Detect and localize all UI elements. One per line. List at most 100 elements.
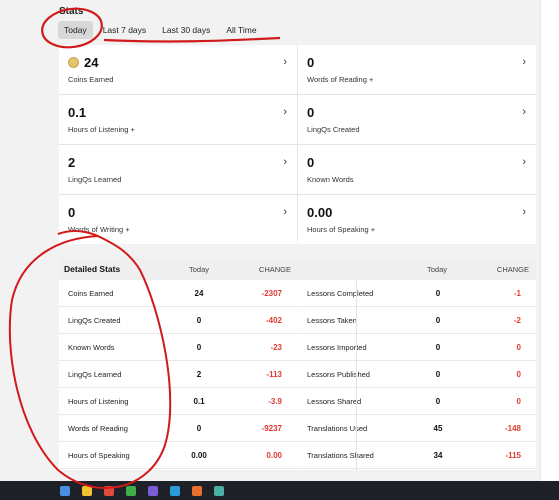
stat-cards-grid: 24 Coins Earned › 0 Words of Reading + ›… xyxy=(59,45,536,244)
detailed-stat-today: 0 xyxy=(196,342,202,352)
chevron-right-icon: › xyxy=(283,56,287,68)
detailed-stat-row: LingQs Created 0 -402 xyxy=(59,307,297,334)
column-divider xyxy=(356,280,357,470)
tab-today[interactable]: Today xyxy=(58,21,93,39)
period-tabs: Today Last 7 days Last 30 days All Time xyxy=(58,20,267,40)
stat-value: 24 xyxy=(84,54,99,70)
detailed-stat-change: -2 xyxy=(513,315,521,325)
detailed-stat-row: Lessons Taken 0 -2 xyxy=(298,307,536,334)
detailed-stats-panel: Detailed Stats Today CHANGE Today CHANGE… xyxy=(59,258,536,470)
detailed-stat-change: -115 xyxy=(505,450,521,460)
stat-label: Coins Earned xyxy=(68,75,114,84)
chevron-right-icon: › xyxy=(522,156,526,168)
detailed-stats-header: Detailed Stats Today CHANGE Today CHANGE xyxy=(59,258,536,280)
chevron-right-icon: › xyxy=(522,106,526,118)
detailed-stat-today: 0 xyxy=(435,369,441,379)
stat-card-words-of-writing[interactable]: 0 Words of Writing + › xyxy=(59,195,297,244)
detailed-stat-name: LingQs Learned xyxy=(68,369,122,379)
stat-card-known-words[interactable]: 0 Known Words › xyxy=(298,145,536,194)
detailed-stat-row: Translations Shared 34 -115 xyxy=(298,442,536,469)
detailed-stat-row: Lessons Imported 0 0 xyxy=(298,334,536,361)
chevron-right-icon: › xyxy=(522,56,526,68)
detailed-stat-change: -148 xyxy=(504,423,521,433)
stat-value: 0 xyxy=(307,154,315,170)
detailed-stat-row: Lessons Published 0 0 xyxy=(298,361,536,388)
taskbar-app-icon[interactable] xyxy=(148,485,158,496)
stat-value: 0.00 xyxy=(307,204,333,220)
detailed-stat-name: Translations Used xyxy=(307,423,368,433)
taskbar-app-icon[interactable] xyxy=(60,485,70,496)
stat-value: 0 xyxy=(307,54,315,70)
detailed-stat-row: Hours of Listening 0.1 -3.9 xyxy=(59,388,297,415)
detailed-stat-name: Known Words xyxy=(68,342,115,352)
chevron-right-icon: › xyxy=(283,206,287,218)
tab-last-30-days[interactable]: Last 30 days xyxy=(156,21,216,39)
column-header-today: Today xyxy=(426,264,447,274)
detailed-stat-name: Coins Earned xyxy=(68,288,114,298)
detailed-stats-title: Detailed Stats xyxy=(64,264,121,274)
detailed-stat-change: -9237 xyxy=(261,423,282,433)
coin-icon xyxy=(68,56,79,68)
detailed-stat-today: 2 xyxy=(196,369,202,379)
stat-value: 2 xyxy=(68,154,76,170)
detailed-stat-row: Known Words 0 -23 xyxy=(59,334,297,361)
detailed-stat-today: 0 xyxy=(435,315,441,325)
detailed-stat-today: 0 xyxy=(196,315,202,325)
detailed-stat-name: Translations Shared xyxy=(307,450,374,460)
column-header-today: Today xyxy=(188,264,209,274)
detailed-stat-today: 34 xyxy=(433,450,443,460)
tab-all-time[interactable]: All Time xyxy=(220,21,262,39)
stat-card-hours-of-speaking[interactable]: 0.00 Hours of Speaking + › xyxy=(298,195,536,244)
detailed-stat-change: 0 xyxy=(516,369,521,379)
detailed-stat-change: -402 xyxy=(265,315,282,325)
detailed-stat-row: Words of Reading 0 -9237 xyxy=(59,415,297,442)
page-title: Stats xyxy=(59,6,84,17)
tab-last-7-days[interactable]: Last 7 days xyxy=(97,21,152,39)
detailed-stat-name: Lessons Taken xyxy=(307,315,357,325)
os-taskbar xyxy=(0,481,559,500)
stat-card-words-of-reading[interactable]: 0 Words of Reading + › xyxy=(298,45,536,94)
stat-card-coins-earned[interactable]: 24 Coins Earned › xyxy=(59,45,297,94)
taskbar-app-icon[interactable] xyxy=(192,485,202,496)
stats-page: Stats Today Last 7 days Last 30 days All… xyxy=(0,0,559,500)
detailed-stat-row: Translations Used 45 -148 xyxy=(298,415,536,442)
detailed-stat-change: -2307 xyxy=(261,288,282,298)
taskbar-app-icon[interactable] xyxy=(126,485,136,496)
detailed-stat-change: -113 xyxy=(266,369,282,379)
detailed-stat-change: 0.00 xyxy=(266,450,282,460)
detailed-stat-change: 0 xyxy=(516,396,521,406)
detailed-stats-left-column: Coins Earned 24 -2307 LingQs Created 0 -402 Kn… xyxy=(59,280,297,469)
detailed-stat-row: Coins Earned 24 -2307 xyxy=(59,280,297,307)
taskbar-app-icon[interactable] xyxy=(104,485,114,496)
column-header-change: CHANGE xyxy=(496,264,529,274)
stat-label: LingQs Created xyxy=(307,125,360,134)
taskbar-app-icon[interactable] xyxy=(170,485,180,496)
detailed-stat-row: Lessons Completed 0 -1 xyxy=(298,280,536,307)
stat-label: Hours of Speaking + xyxy=(307,225,376,234)
detailed-stat-name: Lessons Completed xyxy=(307,288,374,298)
detailed-stat-today: 45 xyxy=(433,423,443,433)
detailed-stat-change: -3.9 xyxy=(268,396,282,406)
stat-label: Words of Reading + xyxy=(307,75,374,84)
detailed-stat-name: Lessons Shared xyxy=(307,396,362,406)
detailed-stat-name: LingQs Created xyxy=(68,315,121,325)
stat-label: Words of Writing + xyxy=(68,225,130,234)
taskbar-app-icon[interactable] xyxy=(214,485,224,496)
detailed-stat-name: Lessons Imported xyxy=(307,342,367,352)
detailed-stat-change: -1 xyxy=(513,288,521,298)
taskbar-app-icon[interactable] xyxy=(82,485,92,496)
stat-card-lingqs-created[interactable]: 0 LingQs Created › xyxy=(298,95,536,144)
detailed-stat-row: LingQs Learned 2 -113 xyxy=(59,361,297,388)
detailed-stat-name: Lessons Published xyxy=(307,369,370,379)
detailed-stat-change: 0 xyxy=(516,342,521,352)
stat-card-hours-of-listening[interactable]: 0.1 Hours of Listening + › xyxy=(59,95,297,144)
detailed-stat-name: Hours of Speaking xyxy=(68,450,130,460)
chevron-right-icon: › xyxy=(522,206,526,218)
chevron-right-icon: › xyxy=(283,106,287,118)
detailed-stat-change: -23 xyxy=(270,342,282,352)
detailed-stat-today: 0 xyxy=(196,423,202,433)
detailed-stat-row: Lessons Shared 0 0 xyxy=(298,388,536,415)
detailed-stats-table: Coins Earned 24 -2307 LingQs Created 0 -402 Kn… xyxy=(59,280,536,469)
stat-card-lingqs-learned[interactable]: 2 LingQs Learned › xyxy=(59,145,297,194)
detailed-stat-today: 24 xyxy=(194,288,204,298)
